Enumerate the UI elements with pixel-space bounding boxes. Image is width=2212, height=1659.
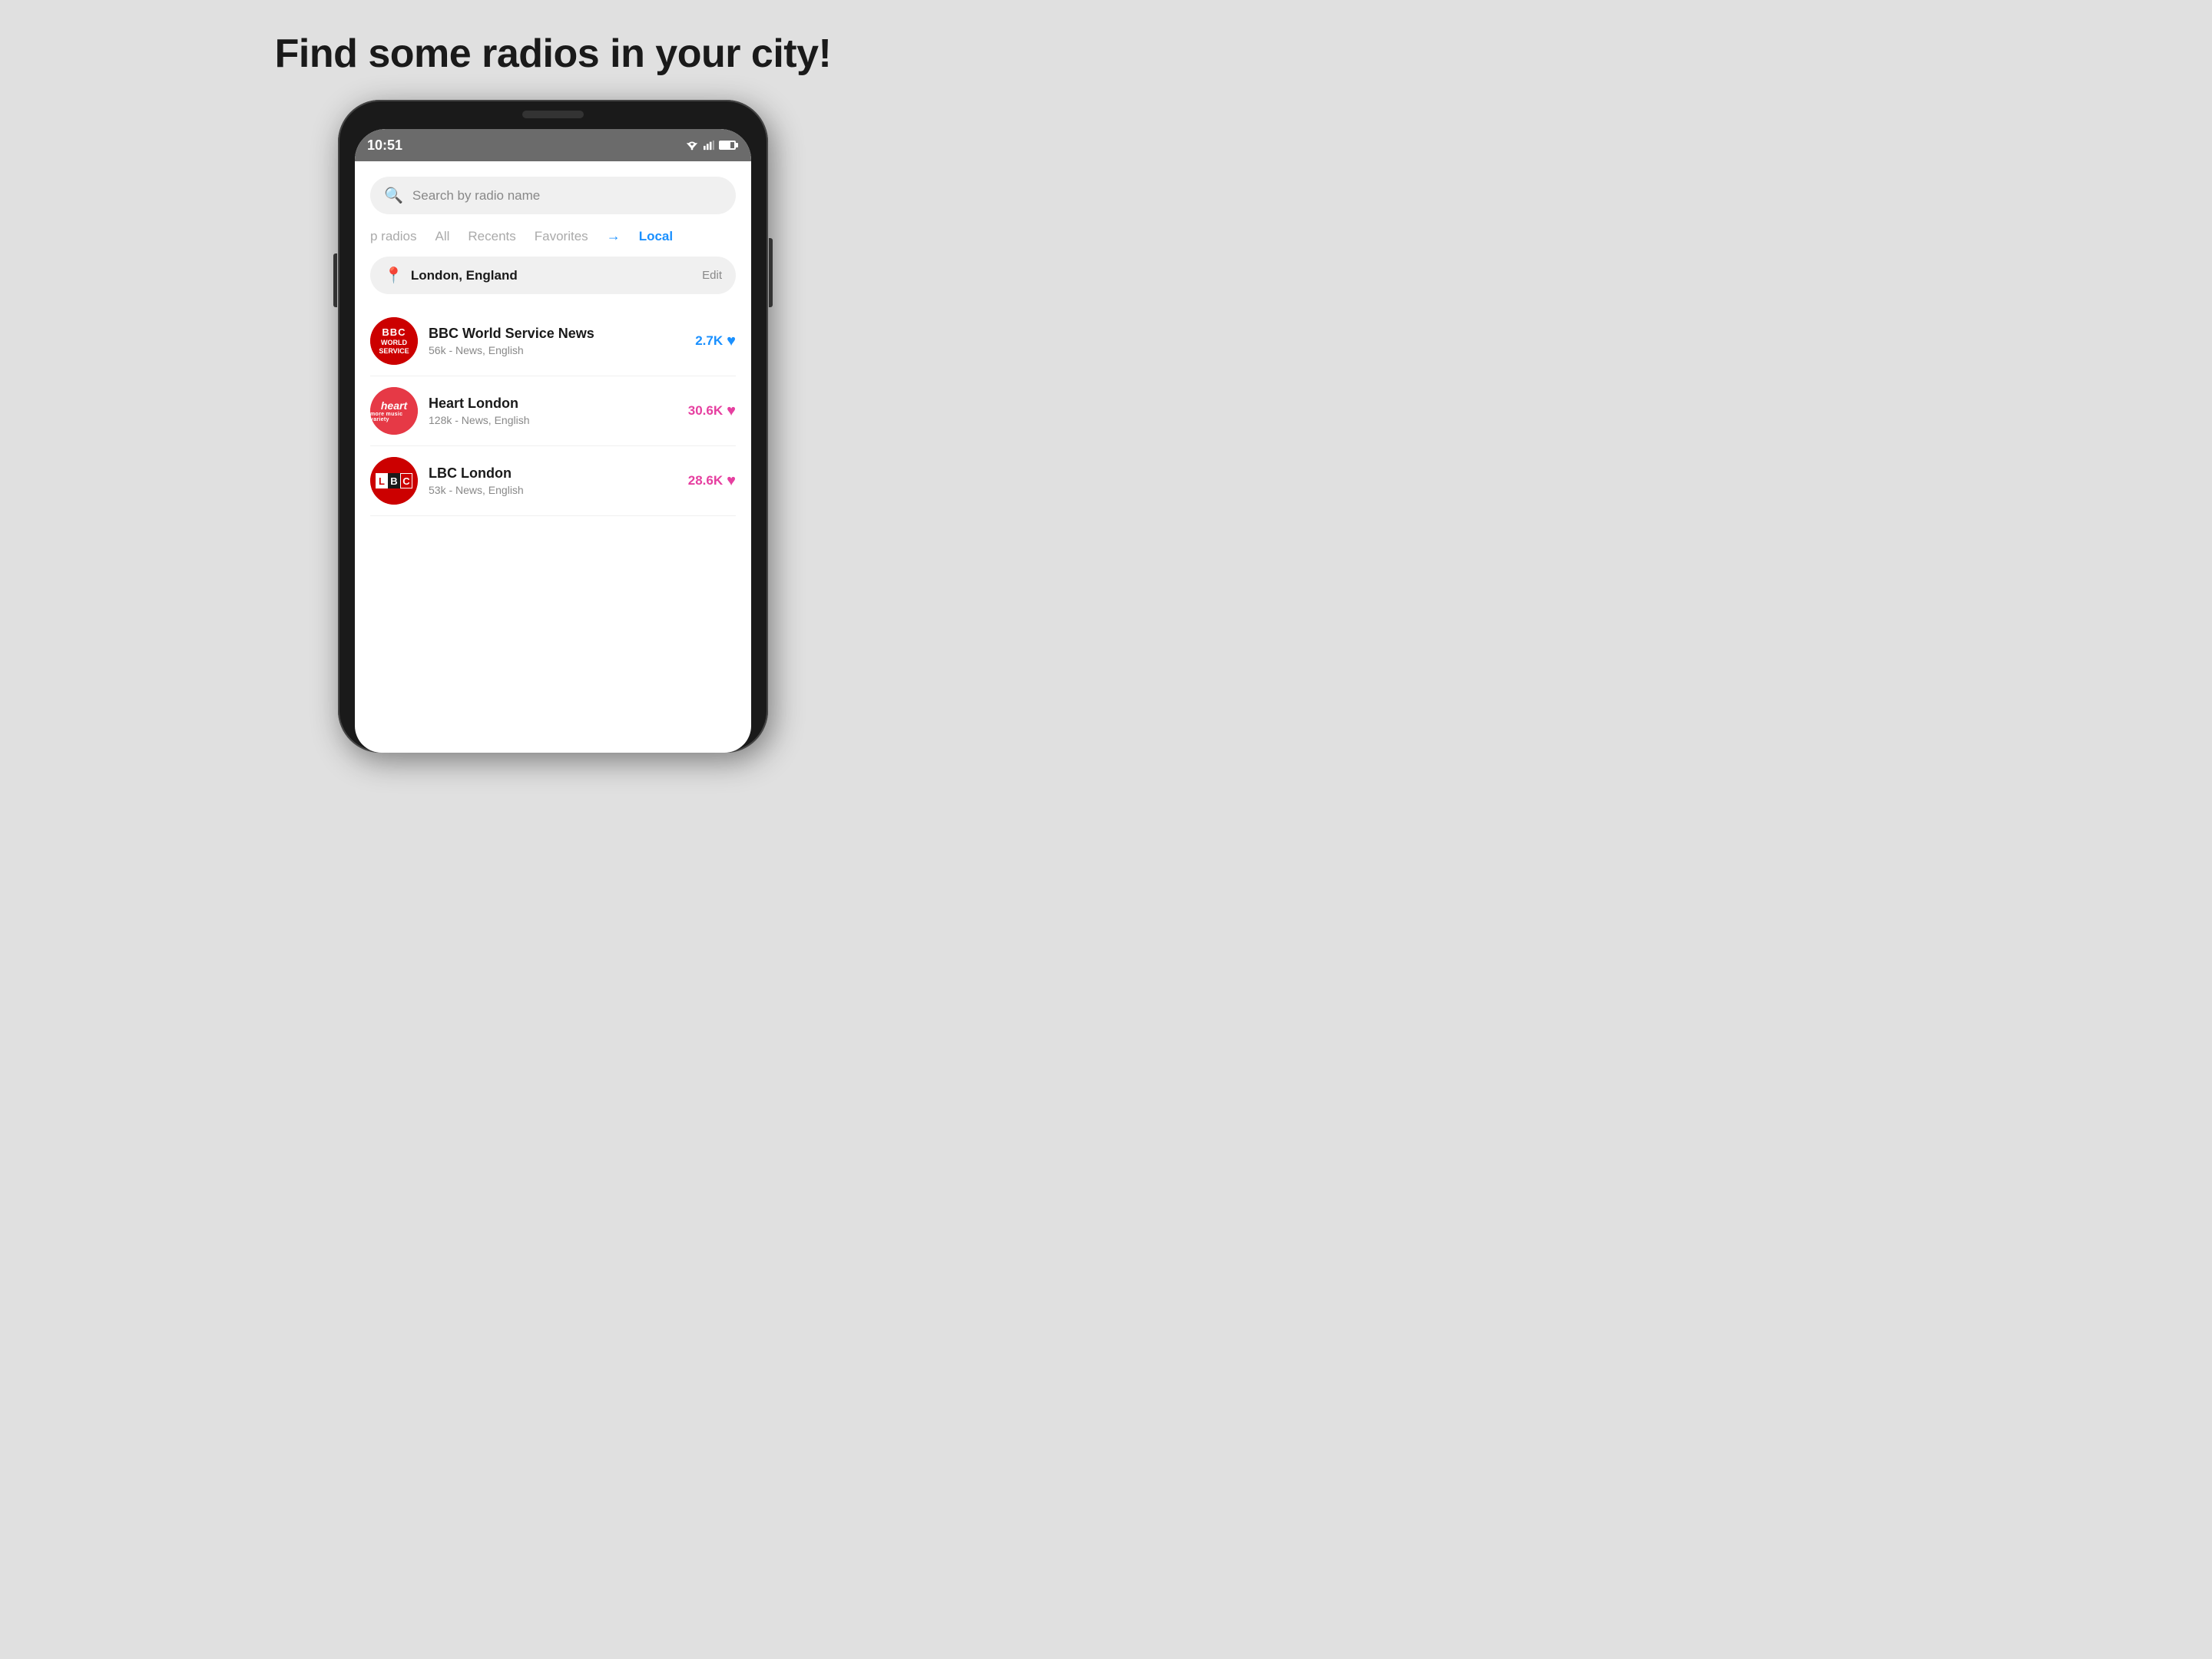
location-name: London, England xyxy=(411,268,518,283)
app-content: 🔍 Search by radio name p radios All Rece… xyxy=(355,161,751,516)
radio-meta-lbc: 53k - News, English xyxy=(429,484,664,496)
lbc-logo: L B C xyxy=(370,457,418,505)
tab-top-radios[interactable]: p radios xyxy=(370,229,416,244)
phone-screen: 10:51 xyxy=(355,129,751,753)
status-icons xyxy=(685,140,736,151)
radio-meta-bbc: 56k - News, English xyxy=(429,344,664,356)
radio-info-bbc: BBC World Service News 56k - News, Engli… xyxy=(429,326,664,356)
radio-item-lbc[interactable]: L B C LBC London 53k - News, English 2 xyxy=(370,446,736,516)
fav-count-bbc: 2.7K xyxy=(695,333,723,349)
phone-mockup: 10:51 xyxy=(338,100,768,753)
radio-favorites-bbc: 2.7K ♥ xyxy=(674,333,736,350)
heart-icon-lbc: ♥ xyxy=(727,472,736,490)
signal-icon xyxy=(704,140,714,151)
location-pin-icon: 📍 xyxy=(384,266,403,285)
radio-info-lbc: LBC London 53k - News, English xyxy=(429,465,664,496)
phone-side-button-left xyxy=(333,253,337,307)
radio-name-bbc: BBC World Service News xyxy=(429,326,664,342)
status-time: 10:51 xyxy=(367,137,402,154)
phone-side-button-right xyxy=(769,238,773,307)
radio-favorites-lbc: 28.6K ♥ xyxy=(674,472,736,490)
radio-item-bbc[interactable]: BBC WORLD SERVICE BBC World Service News… xyxy=(370,306,736,376)
search-bar[interactable]: 🔍 Search by radio name xyxy=(370,177,736,214)
radio-list: BBC WORLD SERVICE BBC World Service News… xyxy=(370,306,736,516)
wifi-icon xyxy=(685,140,699,151)
phone-frame: 10:51 xyxy=(338,100,768,753)
phone-notch xyxy=(522,111,584,118)
tab-all[interactable]: All xyxy=(435,229,449,244)
status-bar: 10:51 xyxy=(355,129,751,161)
search-icon: 🔍 xyxy=(384,186,403,205)
fav-count-lbc: 28.6K xyxy=(688,473,723,488)
tabs-row: p radios All Recents Favorites → Local xyxy=(370,228,736,244)
location-left: 📍 London, England xyxy=(384,266,518,285)
heart-icon-heart: ♥ xyxy=(727,402,736,420)
heart-icon-bbc: ♥ xyxy=(727,333,736,350)
radio-name-lbc: LBC London xyxy=(429,465,664,482)
tab-recents[interactable]: Recents xyxy=(468,229,515,244)
location-edit-button[interactable]: Edit xyxy=(702,269,722,282)
tab-favorites[interactable]: Favorites xyxy=(535,229,588,244)
heart-logo: heart more music variety xyxy=(370,387,418,435)
tab-local[interactable]: Local xyxy=(639,229,673,244)
radio-name-heart: Heart London xyxy=(429,396,664,412)
search-placeholder: Search by radio name xyxy=(412,188,540,204)
radio-meta-heart: 128k - News, English xyxy=(429,414,664,426)
radio-info-heart: Heart London 128k - News, English xyxy=(429,396,664,426)
page-title: Find some radios in your city! xyxy=(275,31,832,77)
radio-favorites-heart: 30.6K ♥ xyxy=(674,402,736,420)
bbc-logo: BBC WORLD SERVICE xyxy=(370,317,418,365)
tab-arrow: → xyxy=(607,228,621,244)
battery-icon xyxy=(719,141,736,150)
location-bar: 📍 London, England Edit xyxy=(370,257,736,294)
radio-item-heart[interactable]: heart more music variety Heart London 12… xyxy=(370,376,736,446)
fav-count-heart: 30.6K xyxy=(688,403,723,419)
